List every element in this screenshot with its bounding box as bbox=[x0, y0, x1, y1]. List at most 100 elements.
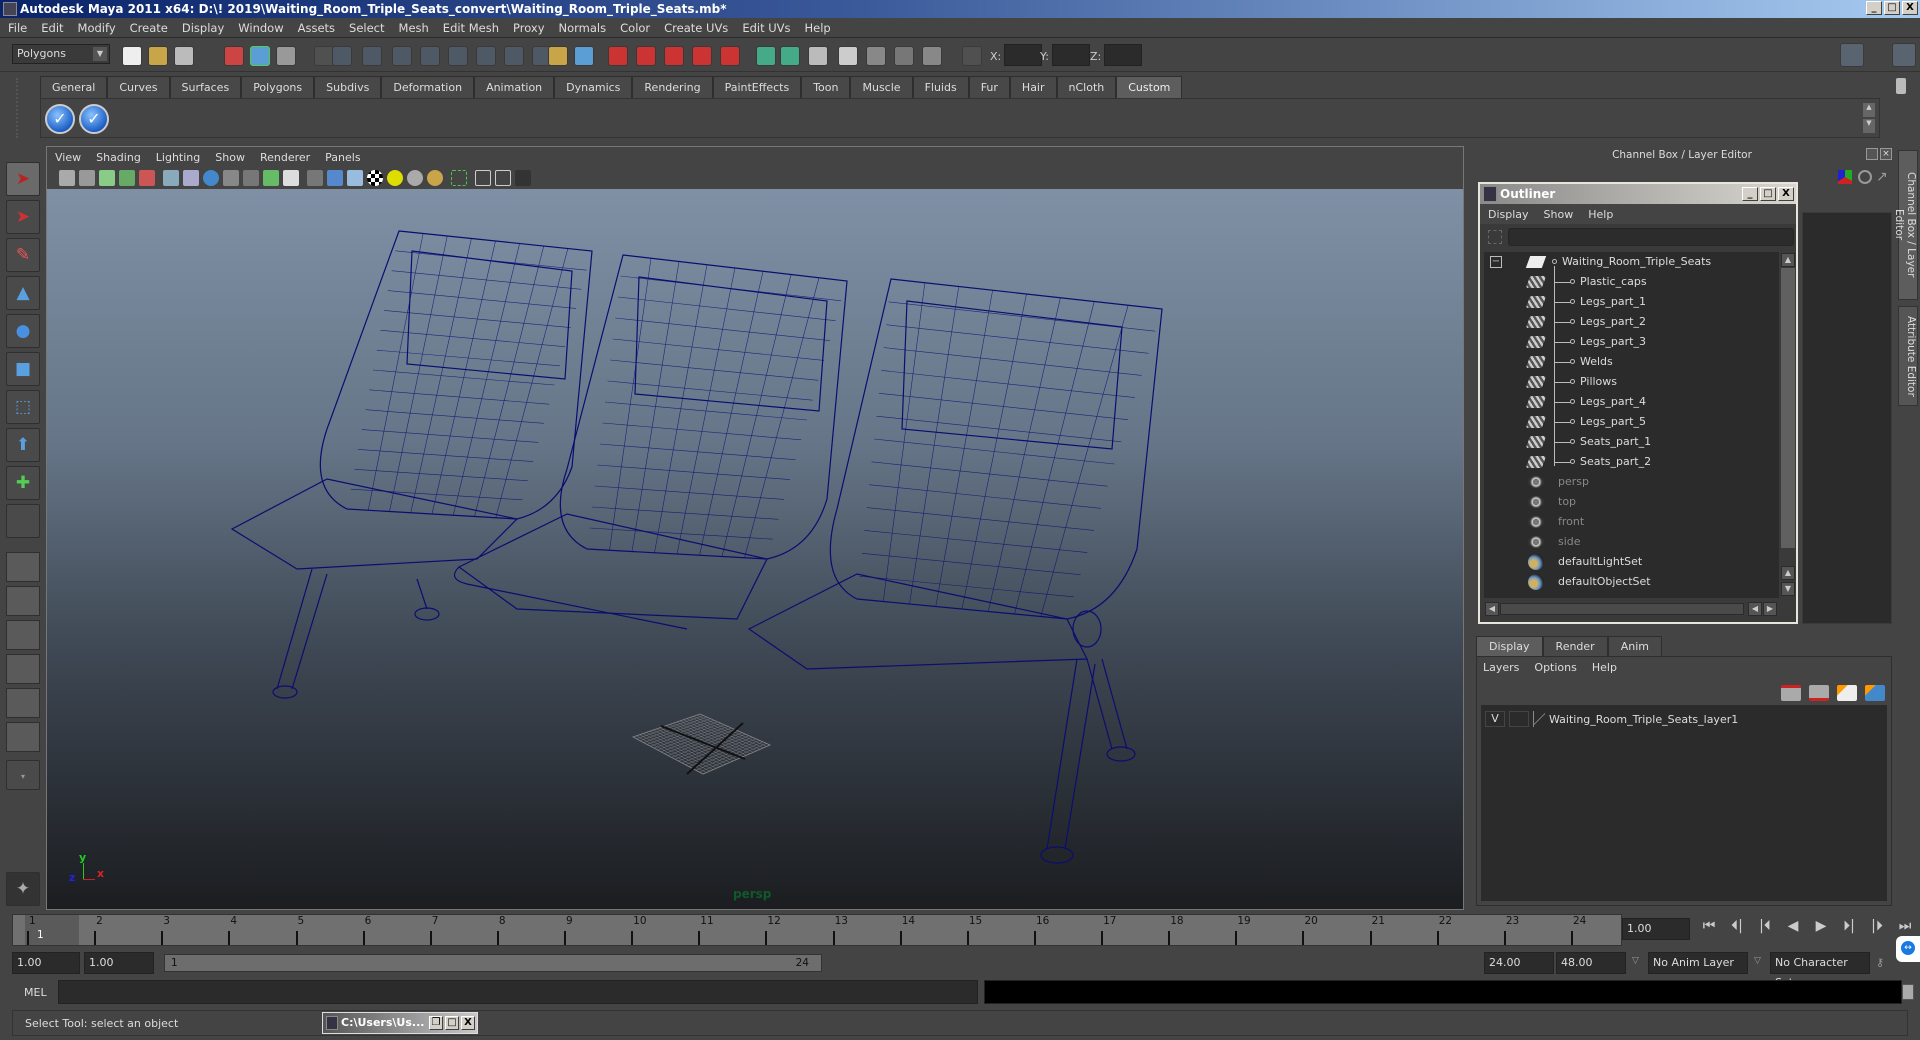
playback-start-field[interactable]: 1.00 bbox=[84, 952, 154, 974]
safe-title-icon[interactable] bbox=[283, 170, 299, 186]
four-view-layout-icon[interactable] bbox=[6, 586, 40, 616]
render-view-icon[interactable] bbox=[838, 46, 858, 66]
move-layer-down-icon[interactable] bbox=[1809, 685, 1829, 701]
menu-create-uvs[interactable]: Create UVs bbox=[664, 21, 728, 35]
shelf-tab-surfaces[interactable]: Surfaces bbox=[169, 76, 242, 98]
share-icon[interactable] bbox=[515, 170, 531, 186]
select-curves-icon[interactable] bbox=[392, 46, 412, 66]
panel-menu-view[interactable]: View bbox=[55, 151, 81, 164]
select-joints-icon[interactable] bbox=[362, 46, 382, 66]
menu-select[interactable]: Select bbox=[349, 21, 384, 35]
outliner-item-child[interactable]: Legs_part_1 bbox=[1484, 292, 1779, 312]
outliner-item-default-light-set[interactable]: defaultLightSet bbox=[1484, 552, 1779, 572]
shelf-tab-fluids[interactable]: Fluids bbox=[912, 76, 969, 98]
outliner-item-root[interactable]: Waiting_Room_Triple_Seats bbox=[1484, 252, 1779, 272]
go-to-start-icon[interactable]: ⏮ bbox=[1698, 918, 1720, 940]
hypershade-persp-layout-icon[interactable] bbox=[6, 688, 40, 718]
render-settings-icon[interactable] bbox=[922, 46, 942, 66]
paint-select-tool-icon[interactable]: ✎ bbox=[6, 238, 40, 272]
character-set-dropdown-arrow-icon[interactable]: ▽ bbox=[1754, 956, 1761, 966]
snap-to-view-plane-icon[interactable] bbox=[692, 46, 712, 66]
select-rendering-icon[interactable] bbox=[504, 46, 524, 66]
menu-proxy[interactable]: Proxy bbox=[513, 21, 545, 35]
check-shelf-button-2[interactable]: ✓ bbox=[79, 104, 109, 134]
menu-window[interactable]: Window bbox=[238, 21, 283, 35]
outliner-item-child[interactable]: Plastic_caps bbox=[1484, 272, 1779, 292]
outliner-menu-display[interactable]: Display bbox=[1488, 208, 1529, 221]
smooth-shade-icon[interactable] bbox=[327, 170, 343, 186]
layer-menu-layers[interactable]: Layers bbox=[1483, 661, 1519, 674]
layer-color-swatch[interactable] bbox=[1533, 711, 1545, 727]
outliner-close-button[interactable]: X bbox=[1778, 187, 1794, 201]
step-back-frame-icon[interactable]: |⏴ bbox=[1754, 918, 1776, 940]
image-plane-icon[interactable] bbox=[119, 170, 135, 186]
menu-create[interactable]: Create bbox=[130, 21, 168, 35]
scroll-left-icon[interactable]: ◀ bbox=[1748, 602, 1762, 616]
outliner-minimize-button[interactable]: _ bbox=[1742, 187, 1758, 201]
menu-mesh[interactable]: Mesh bbox=[399, 21, 429, 35]
panel-menu-panels[interactable]: Panels bbox=[325, 151, 360, 164]
menu-display[interactable]: Display bbox=[182, 21, 224, 35]
show-manipulator-icon[interactable]: ✚ bbox=[6, 466, 40, 500]
menuset-dropdown[interactable]: Polygons ▼ bbox=[12, 44, 110, 64]
scroll-thumb[interactable] bbox=[1781, 268, 1795, 548]
panel-menu-lighting[interactable]: Lighting bbox=[156, 151, 200, 164]
manipulator-icon[interactable] bbox=[1838, 170, 1852, 184]
play-forwards-icon[interactable]: ▶ bbox=[1810, 918, 1832, 940]
shelf-handle[interactable] bbox=[16, 78, 32, 138]
outliner-item-persp[interactable]: persp bbox=[1484, 472, 1779, 492]
shelf-tab-ncloth[interactable]: nCloth bbox=[1056, 76, 1117, 98]
snap-handles-icon[interactable] bbox=[332, 46, 352, 66]
construction-history-icon[interactable] bbox=[808, 46, 828, 66]
soft-modification-icon[interactable]: ⬆ bbox=[6, 428, 40, 462]
range-slider[interactable]: 1 24 bbox=[164, 954, 822, 972]
render-current-frame-icon[interactable] bbox=[866, 46, 886, 66]
trash-icon[interactable] bbox=[1896, 78, 1906, 94]
outliner-item-child[interactable]: Seats_part_2 bbox=[1484, 452, 1779, 472]
outliner-item-side[interactable]: side bbox=[1484, 532, 1779, 552]
tab-channel-box[interactable]: Channel Box / Layer Editor bbox=[1893, 150, 1918, 300]
outliner-item-child[interactable]: Pillows bbox=[1484, 372, 1779, 392]
panel-menu-shading[interactable]: Shading bbox=[96, 151, 141, 164]
bookmarks-icon[interactable] bbox=[99, 170, 115, 186]
last-used-tool-slot[interactable] bbox=[6, 504, 40, 538]
channel-box-toggle-icon[interactable] bbox=[1892, 43, 1916, 67]
step-forward-key-icon[interactable]: |⏵ bbox=[1866, 918, 1888, 940]
outliner-item-child[interactable]: Legs_part_2 bbox=[1484, 312, 1779, 332]
outliner-item-child[interactable]: Legs_part_5 bbox=[1484, 412, 1779, 432]
close-button[interactable]: X bbox=[461, 1016, 475, 1030]
shelf-tab-polygons[interactable]: Polygons bbox=[241, 76, 315, 98]
persp-graph-layout-icon[interactable] bbox=[6, 654, 40, 684]
select-surfaces-icon[interactable] bbox=[420, 46, 440, 66]
move-layer-up-icon[interactable] bbox=[1781, 685, 1801, 701]
menu-edit[interactable]: Edit bbox=[41, 21, 63, 35]
gate-mask-icon[interactable] bbox=[223, 170, 239, 186]
snap-to-curve-icon[interactable] bbox=[636, 46, 656, 66]
resolution-gate-icon[interactable] bbox=[203, 170, 219, 186]
select-dynamics-icon[interactable] bbox=[476, 46, 496, 66]
grid-toggle-icon[interactable] bbox=[163, 170, 179, 186]
menu-assets[interactable]: Assets bbox=[298, 21, 335, 35]
transform-field-icon[interactable] bbox=[962, 46, 982, 66]
anim-layer-dropdown-arrow-icon[interactable]: ▽ bbox=[1632, 956, 1639, 966]
xray-joints-icon[interactable] bbox=[495, 170, 511, 186]
minimized-window[interactable]: C:\Users\Us... ❐ □ X bbox=[322, 1012, 478, 1034]
menu-color[interactable]: Color bbox=[620, 21, 650, 35]
lock-selection-icon[interactable] bbox=[548, 46, 568, 66]
outliner-horizontal-scrollbar[interactable]: ◀ ◀ ▶ bbox=[1484, 602, 1779, 616]
layer-tab-render[interactable]: Render bbox=[1542, 636, 1608, 656]
camera-attributes-icon[interactable] bbox=[79, 170, 95, 186]
menu-file[interactable]: File bbox=[8, 21, 27, 35]
shadows-icon[interactable] bbox=[427, 170, 443, 186]
move-tool-icon[interactable]: ▲ bbox=[6, 276, 40, 310]
scale-tool-icon[interactable]: ■ bbox=[6, 352, 40, 386]
layer-tab-display[interactable]: Display bbox=[1476, 636, 1543, 656]
scroll-right-icon[interactable]: ▶ bbox=[1763, 602, 1777, 616]
wireframe-on-shaded-icon[interactable] bbox=[347, 170, 363, 186]
shelf-tab-deformation[interactable]: Deformation bbox=[381, 76, 475, 98]
end-time-field[interactable]: 48.00 bbox=[1556, 952, 1626, 974]
select-by-component-icon[interactable] bbox=[276, 46, 296, 66]
tool-settings-toggle-icon[interactable] bbox=[1868, 43, 1886, 67]
output-ops-icon[interactable] bbox=[780, 46, 800, 66]
menu-modify[interactable]: Modify bbox=[78, 21, 116, 35]
